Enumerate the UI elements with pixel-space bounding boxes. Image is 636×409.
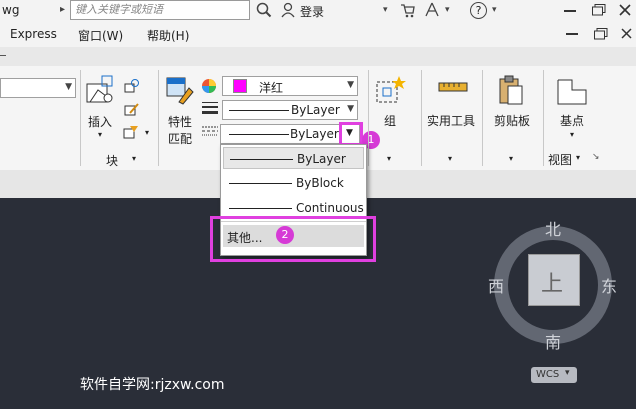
match-label-1: 特性 — [168, 115, 193, 129]
wcs-button[interactable]: WCS ▾ — [531, 367, 577, 383]
separator — [80, 70, 81, 166]
linetype-value: ByLayer — [290, 127, 339, 141]
chevron-down-icon[interactable]: ▾ — [509, 154, 513, 163]
doc-restore-icon[interactable] — [594, 28, 608, 40]
viewcube-face-label: 上 — [541, 272, 564, 297]
lineweight-value: ByLayer — [291, 103, 340, 117]
chevron-down-icon[interactable]: ▼ — [347, 80, 354, 90]
utilities-label: 实用工具 — [427, 114, 476, 128]
group-icon[interactable] — [374, 74, 406, 106]
search-icon[interactable] — [256, 2, 272, 18]
line-sample — [229, 208, 292, 209]
clipboard-icon[interactable] — [498, 74, 524, 106]
chevron-down-icon[interactable]: ▾ — [98, 130, 102, 139]
line-sample — [229, 110, 289, 111]
menu-window[interactable]: 窗口(W) — [78, 27, 123, 44]
edit-block-icon[interactable] — [124, 101, 140, 117]
compass-east[interactable]: 东 — [601, 273, 617, 297]
panel-launcher-icon[interactable]: ↘ — [592, 152, 600, 162]
chevron-down-icon: ▾ — [565, 368, 570, 378]
lineweight-combo[interactable]: ByLayer ▼ — [222, 100, 358, 120]
basepoint-label: 基点 — [560, 114, 585, 128]
separator — [421, 70, 422, 166]
linetype-option-bylayer[interactable]: ByLayer — [223, 147, 364, 169]
clipboard-label: 剪贴板 — [494, 114, 531, 128]
chevron-down-icon[interactable]: ▾ — [576, 153, 580, 162]
separator — [368, 70, 369, 166]
create-block-icon[interactable] — [124, 78, 140, 94]
login-button[interactable]: 登录 — [300, 3, 324, 20]
linetype-icon[interactable] — [202, 125, 218, 137]
basepoint-icon[interactable] — [556, 78, 588, 106]
color-wheel-icon[interactable] — [201, 78, 217, 94]
chevron-down-icon[interactable]: ▾ — [570, 130, 574, 139]
separator — [482, 70, 483, 166]
menu-help[interactable]: 帮助(H) — [147, 27, 189, 44]
option-label: ByLayer — [297, 152, 346, 166]
viewcube-face[interactable]: 上 — [528, 254, 580, 306]
chevron-down-icon[interactable]: ▾ — [383, 0, 388, 20]
chevron-down-icon[interactable]: ▾ — [492, 0, 497, 20]
compass-west[interactable]: 西 — [488, 273, 504, 297]
option-label: ByBlock — [296, 176, 344, 190]
compass-north[interactable]: 北 — [545, 216, 561, 240]
watermark: 软件自学网:rjzxw.com — [80, 377, 225, 393]
minimize-icon[interactable] — [564, 10, 576, 12]
insert-label: 插入 — [88, 115, 113, 129]
wcs-label: WCS — [536, 369, 560, 380]
separator — [543, 70, 544, 166]
chevron-down-icon[interactable]: ▼ — [346, 128, 353, 138]
chevron-down-icon[interactable]: ▾ — [145, 128, 149, 137]
color-value: 洋红 — [259, 81, 284, 95]
doc-close-icon[interactable] — [620, 27, 633, 40]
document-title-fragment: wg — [2, 3, 20, 17]
line-sample — [229, 183, 292, 184]
view-label: 视图 — [548, 153, 573, 167]
compass-south[interactable]: 南 — [545, 329, 561, 353]
block-group-label: 块 — [106, 154, 119, 168]
ribbon-tab-strip — [0, 47, 636, 67]
option-label: Continuous — [296, 201, 364, 215]
color-combo[interactable]: 洋红 ▼ — [222, 76, 358, 96]
chevron-down-icon[interactable]: ▼ — [347, 104, 354, 114]
user-icon[interactable] — [280, 2, 296, 18]
menu-express[interactable]: Express — [10, 27, 57, 41]
magenta-swatch — [233, 79, 247, 93]
separator — [158, 70, 159, 166]
a360-icon[interactable] — [424, 2, 440, 18]
close-icon[interactable] — [618, 3, 632, 17]
line-sample — [230, 159, 293, 160]
chevron-down-icon[interactable]: ▾ — [132, 154, 136, 163]
layer-combo[interactable]: ▼ — [0, 78, 76, 98]
search-input[interactable]: 键入关键字或短语 — [70, 0, 250, 20]
insert-block-icon[interactable] — [84, 74, 118, 108]
callout-badge-2: 2 — [276, 226, 294, 244]
linetype-dropdown-arrow[interactable]: ▼ — [339, 122, 363, 146]
measure-icon[interactable] — [438, 80, 468, 94]
match-properties-icon[interactable] — [165, 76, 195, 106]
caret-right-icon[interactable]: ▸ — [60, 0, 65, 20]
chevron-down-icon[interactable]: ▾ — [445, 0, 450, 20]
doc-minimize-icon[interactable] — [566, 33, 578, 35]
lineweight-icon[interactable] — [202, 101, 218, 115]
help-icon[interactable]: ? — [470, 2, 487, 19]
linetype-option-byblock[interactable]: ByBlock — [223, 172, 364, 194]
tab-indicator — [0, 55, 6, 56]
restore-icon[interactable] — [592, 4, 606, 16]
group-label: 组 — [384, 114, 397, 128]
edit-attributes-icon[interactable] — [122, 124, 140, 140]
chevron-down-icon[interactable]: ▾ — [448, 154, 452, 163]
match-label-2: 匹配 — [168, 132, 193, 146]
cart-icon[interactable] — [400, 2, 416, 18]
line-sample — [229, 134, 289, 135]
chevron-down-icon[interactable]: ▾ — [387, 154, 391, 163]
